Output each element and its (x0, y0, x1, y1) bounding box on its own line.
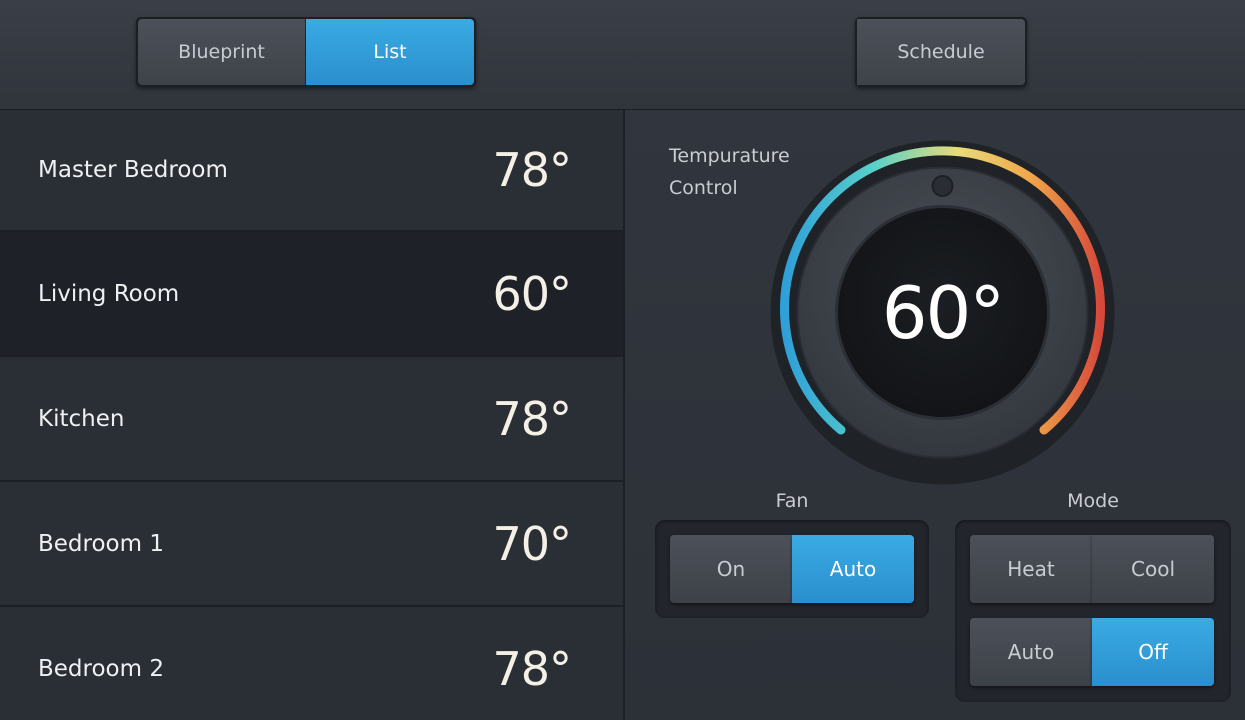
room-name: Master Bedroom (38, 157, 228, 183)
schedule-button[interactable]: Schedule (857, 19, 1025, 85)
room-row-living-room[interactable]: Living Room 60° (0, 232, 623, 357)
room-name: Bedroom 2 (38, 655, 164, 682)
room-row-bedroom-2[interactable]: Bedroom 2 78° (0, 607, 623, 720)
room-row-kitchen[interactable]: Kitchen 78° (0, 357, 623, 482)
mode-heat-button[interactable]: Heat (970, 535, 1092, 603)
mode-cool-button[interactable]: Cool (1092, 535, 1214, 603)
fan-label: Fan (775, 490, 809, 512)
room-name: Living Room (38, 280, 180, 307)
room-row-bedroom-1[interactable]: Bedroom 1 70° (0, 482, 623, 607)
room-temperature: 78° (492, 391, 572, 446)
blueprint-button[interactable]: Blueprint (138, 19, 306, 85)
room-name: Kitchen (38, 405, 125, 432)
mode-auto-button[interactable]: Auto (970, 618, 1092, 686)
dial-temperature-value: 60° (881, 270, 1006, 355)
fan-control: On Auto (655, 520, 929, 618)
thermostat-app: Blueprint List Schedule Master Bedroom 7… (0, 0, 1245, 720)
room-row-master-bedroom[interactable]: Master Bedroom 78° (0, 110, 623, 232)
control-panel: Tempurature Control 60° Fan On Auto Mode… (623, 110, 1245, 720)
mode-off-button[interactable]: Off (1092, 618, 1214, 686)
room-temperature: 78° (492, 143, 572, 197)
view-toggle: Blueprint List (136, 17, 476, 87)
room-name: Bedroom 1 (38, 530, 164, 557)
list-button[interactable]: List (306, 19, 474, 85)
mode-control: Heat Cool Auto Off (955, 520, 1231, 702)
room-list: Master Bedroom 78° Living Room 60° Kitch… (0, 110, 623, 720)
mode-label: Mode (1067, 490, 1119, 512)
fan-auto-button[interactable]: Auto (792, 535, 914, 603)
room-temperature: 78° (492, 641, 572, 696)
fan-on-button[interactable]: On (670, 535, 792, 603)
schedule-toggle: Schedule (855, 17, 1027, 87)
temperature-dial[interactable]: 60° (770, 140, 1115, 485)
room-temperature: 70° (492, 516, 572, 571)
room-temperature: 60° (492, 266, 572, 321)
top-bar: Blueprint List Schedule (0, 0, 1245, 110)
